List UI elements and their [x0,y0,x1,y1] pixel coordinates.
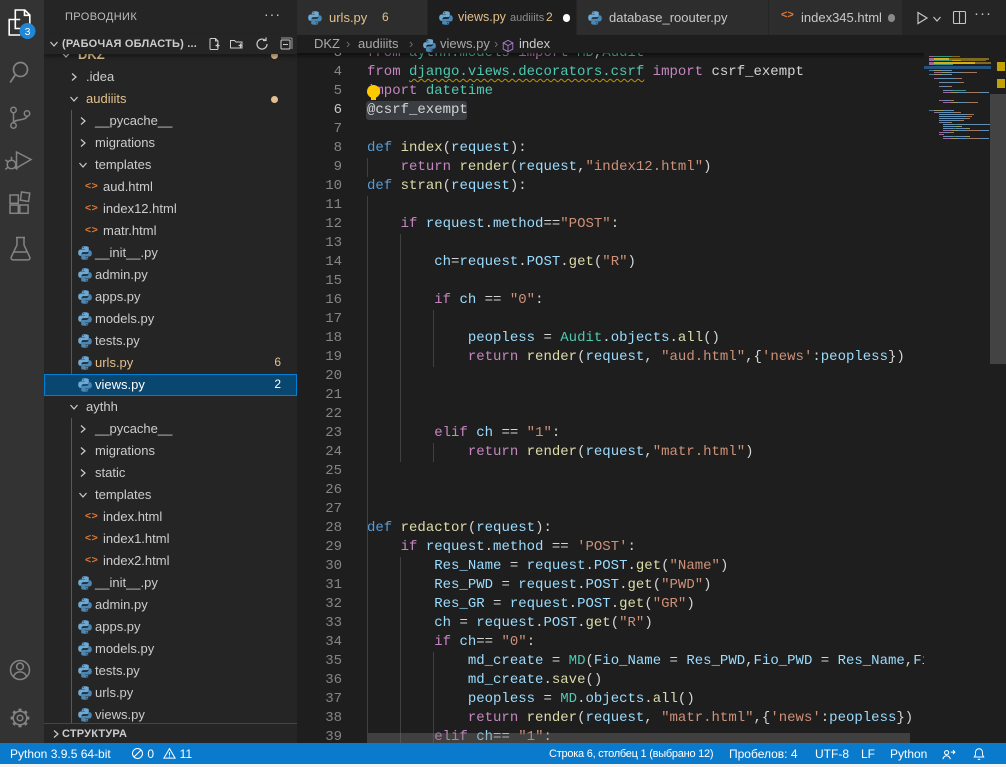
svg-text:3: 3 [25,26,31,38]
